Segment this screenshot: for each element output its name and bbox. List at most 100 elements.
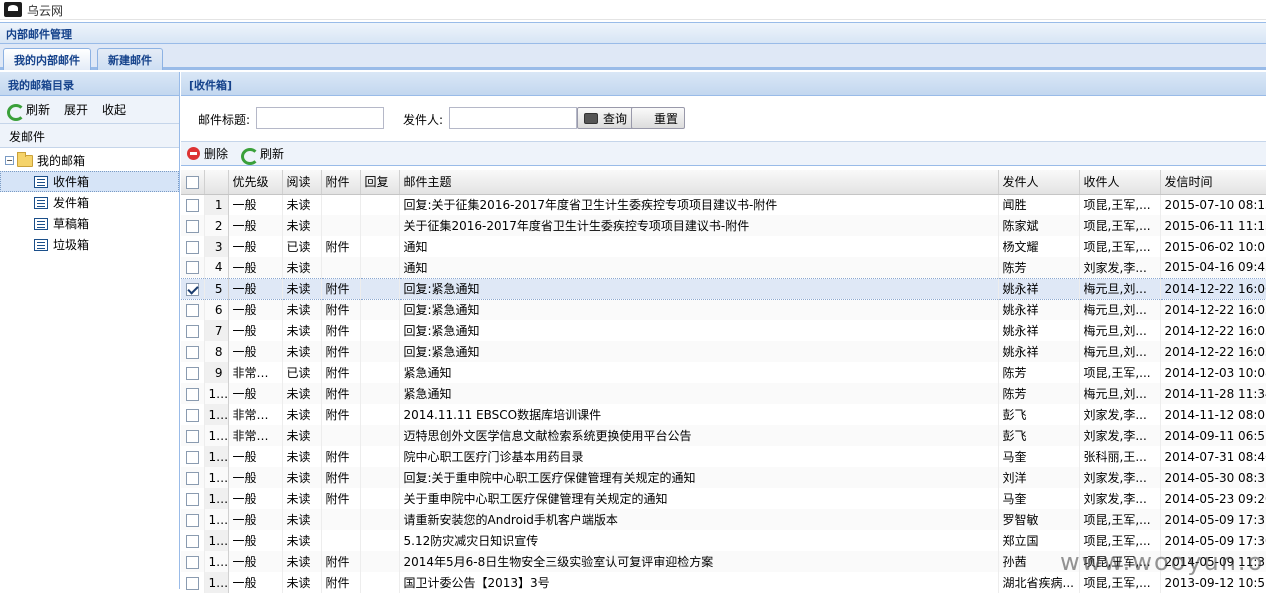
cell-subject[interactable]: 关于重申院中心职工医疗保健管理有关规定的通知 — [399, 488, 999, 509]
cell-subject[interactable]: 回复:关于征集2016-2017年度省卫生计生委疾控专项项目建议书-附件 — [399, 194, 999, 215]
row-checkbox[interactable] — [185, 471, 199, 485]
cell-subject[interactable]: 2014年5月6-8日生物安全三级实验室认可复评审迎检方案 — [399, 551, 999, 572]
row-checkbox[interactable] — [185, 576, 199, 590]
row-checkbox-cell[interactable] — [181, 530, 205, 551]
row-checkbox-cell[interactable] — [181, 257, 205, 278]
cell-subject[interactable]: 紧急通知 — [399, 383, 999, 404]
table-row[interactable]: 1 一般 未读 回复:关于征集2016-2017年度省卫生计生委疾控专项项目建议书-附… — [181, 194, 1266, 215]
select-all-checkbox[interactable] — [185, 175, 199, 189]
row-checkbox[interactable] — [185, 450, 199, 464]
tab-new-mail[interactable]: 新建邮件 — [97, 48, 163, 70]
row-checkbox[interactable] — [185, 261, 199, 275]
column-header-recipient[interactable]: 收件人 — [1079, 170, 1161, 195]
row-checkbox[interactable] — [185, 282, 199, 296]
row-checkbox-cell[interactable] — [181, 446, 205, 467]
row-checkbox[interactable] — [185, 429, 199, 443]
row-checkbox[interactable] — [185, 345, 199, 359]
row-checkbox[interactable] — [185, 240, 199, 254]
cell-subject[interactable]: 回复:紧急通知 — [399, 320, 999, 341]
inbox-refresh-button[interactable]: 刷新 — [240, 145, 284, 165]
row-checkbox[interactable] — [185, 408, 199, 422]
cell-subject[interactable]: 关于征集2016-2017年度省卫生计生委疾控专项项目建议书-附件 — [399, 215, 999, 236]
row-checkbox[interactable] — [185, 324, 199, 338]
column-header-reply[interactable]: 回复 — [360, 170, 400, 195]
reset-button[interactable]: 重置 — [631, 107, 685, 129]
row-checkbox-cell[interactable] — [181, 404, 205, 425]
row-checkbox-cell[interactable] — [181, 320, 205, 341]
row-checkbox-cell[interactable] — [181, 509, 205, 530]
table-row[interactable]: 5 一般 未读 附件 回复:紧急通知 姚永祥 梅元旦,刘... 2014-12-22 16:0… — [181, 277, 1266, 300]
cell-subject[interactable]: 回复:关于重申院中心职工医疗保健管理有关规定的通知 — [399, 467, 999, 488]
row-checkbox-cell[interactable] — [181, 362, 205, 383]
tab-my-internal-mail[interactable]: 我的内部邮件 — [3, 48, 91, 70]
table-row[interactable]: 11 非常重要 未读 附件 2014.11.11 EBSCO数据库培训课件 彭飞 刘家发,李… — [181, 404, 1266, 425]
cell-subject[interactable]: 请重新安装您的Android手机客户端版本 — [399, 509, 999, 530]
row-checkbox[interactable] — [185, 534, 199, 548]
tree-node-my-mailbox[interactable]: − 我的邮箱 — [0, 150, 179, 171]
cell-subject[interactable]: 迈特思创外文医学信息文献检索系统更换使用平台公告 — [399, 425, 999, 446]
table-row[interactable]: 16 一般 未读 请重新安装您的Android手机客户端版本 罗智敏 项昆,王军,... 2… — [181, 509, 1266, 530]
subject-input[interactable] — [256, 107, 384, 129]
select-all-header[interactable] — [181, 170, 205, 195]
row-checkbox-cell[interactable] — [181, 425, 205, 446]
sidebar-expand-button[interactable]: 展开 — [64, 101, 88, 118]
tree-node-outbox[interactable]: 发件箱 — [0, 192, 179, 213]
tree-node-inbox[interactable]: 收件箱 — [0, 171, 179, 192]
row-checkbox[interactable] — [185, 555, 199, 569]
column-header-subject[interactable]: 邮件主题 — [399, 170, 999, 195]
cell-subject[interactable]: 院中心职工医疗门诊基本用药目录 — [399, 446, 999, 467]
row-checkbox-cell[interactable] — [181, 277, 205, 300]
cell-subject[interactable]: 国卫计委公告【2013】3号 — [399, 572, 999, 593]
row-checkbox-cell[interactable] — [181, 383, 205, 404]
row-checkbox-cell[interactable] — [181, 467, 205, 488]
cell-subject[interactable]: 回复:紧急通知 — [399, 299, 999, 320]
table-row[interactable]: 8 一般 未读 附件 回复:紧急通知 姚永祥 梅元旦,刘... 2014-12-22 16:0… — [181, 341, 1266, 362]
row-checkbox[interactable] — [185, 198, 199, 212]
row-checkbox-cell[interactable] — [181, 236, 205, 257]
query-button[interactable]: 查询 — [577, 107, 635, 129]
sidebar-refresh-button[interactable]: 刷新 — [6, 101, 50, 121]
table-row[interactable]: 14 一般 未读 附件 回复:关于重申院中心职工医疗保健管理有关规定的通知 刘洋 刘家发,李… — [181, 467, 1266, 488]
row-checkbox[interactable] — [185, 303, 199, 317]
row-checkbox[interactable] — [185, 219, 199, 233]
cell-subject[interactable]: 通知 — [399, 257, 999, 278]
tree-node-drafts[interactable]: 草稿箱 — [0, 213, 179, 234]
table-row[interactable]: 13 一般 未读 附件 院中心职工医疗门诊基本用药目录 马奎 张科丽,王... 2014-07… — [181, 446, 1266, 467]
row-checkbox[interactable] — [185, 366, 199, 380]
sidebar-collapse-button[interactable]: 收起 — [102, 101, 126, 118]
row-checkbox-cell[interactable] — [181, 572, 205, 593]
row-checkbox-cell[interactable] — [181, 215, 205, 236]
row-checkbox-cell[interactable] — [181, 551, 205, 572]
column-header-sender[interactable]: 发件人 — [998, 170, 1080, 195]
row-checkbox-cell[interactable] — [181, 299, 205, 320]
collapse-toggle-icon[interactable]: − — [5, 156, 14, 165]
table-row[interactable]: 4 一般 未读 通知 陈芳 刘家发,李... 2015-04-16 09:43 — [181, 257, 1266, 278]
cell-subject[interactable]: 紧急通知 — [399, 362, 999, 383]
row-checkbox[interactable] — [185, 387, 199, 401]
table-row[interactable]: 10 一般 未读 附件 紧急通知 陈芳 梅元旦,刘... 2014-11-28 11:34 — [181, 383, 1266, 404]
row-checkbox[interactable] — [185, 492, 199, 506]
cell-subject[interactable]: 回复:紧急通知 — [399, 277, 999, 300]
table-row[interactable]: 7 一般 未读 附件 回复:紧急通知 姚永祥 梅元旦,刘... 2014-12-22 16:0… — [181, 320, 1266, 341]
column-header-time[interactable]: 发信时间 — [1160, 170, 1266, 195]
table-row[interactable]: 2 一般 未读 关于征集2016-2017年度省卫生计生委疾控专项项目建议书-附件 陈家… — [181, 215, 1266, 236]
cell-subject[interactable]: 回复:紧急通知 — [399, 341, 999, 362]
column-header-attachment[interactable]: 附件 — [321, 170, 361, 195]
send-mail-link[interactable]: 发邮件 — [0, 124, 179, 148]
cell-subject[interactable]: 通知 — [399, 236, 999, 257]
column-header-priority[interactable]: 优先级 — [228, 170, 283, 195]
row-checkbox-cell[interactable] — [181, 194, 205, 215]
tree-node-trash[interactable]: 垃圾箱 — [0, 234, 179, 255]
column-header-read[interactable]: 阅读 — [282, 170, 322, 195]
cell-subject[interactable]: 2014.11.11 EBSCO数据库培训课件 — [399, 404, 999, 425]
cell-subject[interactable]: 5.12防灾减灾日知识宣传 — [399, 530, 999, 551]
table-row[interactable]: 12 非常重要 未读 迈特思创外文医学信息文献检索系统更换使用平台公告 彭飞 刘家发,李.… — [181, 425, 1266, 446]
table-row[interactable]: 9 非常重要 已读 附件 紧急通知 陈芳 项昆,王军,... 2014-12-03 10:08 — [181, 362, 1266, 383]
table-row[interactable]: 15 一般 未读 附件 关于重申院中心职工医疗保健管理有关规定的通知 马奎 刘家发,李...… — [181, 488, 1266, 509]
row-checkbox-cell[interactable] — [181, 341, 205, 362]
table-row[interactable]: 3 一般 已读 附件 通知 杨文耀 项昆,王军,... 2015-06-02 10:07 — [181, 236, 1266, 257]
row-checkbox-cell[interactable] — [181, 488, 205, 509]
sender-input[interactable] — [449, 107, 577, 129]
delete-button[interactable]: 删除 — [187, 145, 228, 162]
row-checkbox[interactable] — [185, 513, 199, 527]
